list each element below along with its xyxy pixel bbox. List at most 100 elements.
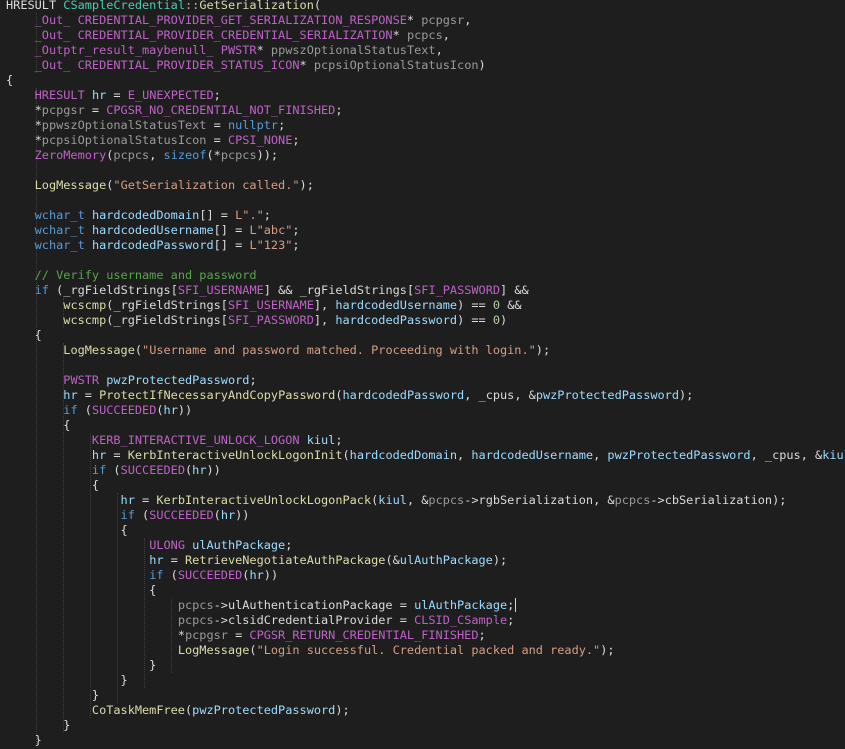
code-token: hr: [63, 388, 78, 402]
code-token: _rgFieldStrings: [113, 313, 221, 327]
code-line[interactable]: LogMessage("Login successful. Credential…: [6, 643, 615, 658]
code-line[interactable]: hr = KerbInteractiveUnlockLogonPack(kiul…: [6, 493, 787, 508]
code-line[interactable]: {: [6, 583, 156, 598]
code-token: ;: [292, 133, 300, 147]
code-line[interactable]: {: [6, 73, 13, 88]
code-token: SFI_PASSWORD: [414, 283, 501, 297]
code-line[interactable]: if (SUCCEEDED(hr)): [6, 568, 278, 583]
code-token: [: [220, 298, 228, 312]
code-line[interactable]: *pcpsiOptionalStatusIcon = CPSI_NONE;: [6, 133, 300, 148]
code-line[interactable]: {: [6, 523, 128, 538]
code-line[interactable]: LogMessage("GetSerialization called.");: [6, 178, 314, 193]
code-token: ;: [292, 238, 300, 252]
code-line[interactable]: hr = KerbInteractiveUnlockLogonInit(hard…: [6, 448, 845, 463]
code-line[interactable]: if (SUCCEEDED(hr)): [6, 508, 250, 523]
code-line[interactable]: wchar_t hardcodedDomain[] = L".";: [6, 208, 271, 223]
code-token: if: [149, 568, 164, 582]
code-line[interactable]: KERB_INTERACTIVE_UNLOCK_LOGON kiul;: [6, 433, 343, 448]
code-token: =: [392, 613, 415, 627]
code-token: if: [63, 403, 78, 417]
code-token: hardcodedPassword: [342, 388, 465, 402]
code-token: ): [500, 313, 508, 327]
code-line[interactable]: PWSTR pwzProtectedPassword;: [6, 373, 256, 388]
code-line[interactable]: wchar_t hardcodedPassword[] = L"123";: [6, 238, 300, 253]
code-token: (: [335, 388, 343, 402]
code-token: =: [227, 628, 250, 642]
code-line[interactable]: {: [6, 478, 99, 493]
code-token: (: [213, 508, 221, 522]
code-token: (: [156, 403, 164, 417]
code-line[interactable]: CoTaskMemFree(pwzProtectedPassword);: [6, 703, 350, 718]
code-line[interactable]: {: [6, 328, 42, 343]
code-line[interactable]: ULONG ulAuthPackage;: [6, 538, 292, 553]
code-line[interactable]: *pcpgsr = CPGSR_RETURN_CREDENTIAL_FINISH…: [6, 628, 486, 643]
code-line[interactable]: _Out_ CREDENTIAL_PROVIDER_GET_SERIALIZAT…: [6, 13, 472, 28]
code-token: ],: [313, 313, 336, 327]
code-token: "Login successful. Credential packed and…: [256, 643, 601, 657]
code-token: PWSTR: [220, 43, 257, 57]
code-token: );: [600, 643, 615, 657]
code-line[interactable]: }: [6, 673, 128, 688]
code-token: SUCCEEDED: [177, 568, 243, 582]
code-line[interactable]: HRESULT hr = E_UNEXPECTED;: [6, 88, 221, 103]
code-line[interactable]: *pcpgsr = CPGSR_NO_CREDENTIAL_NOT_FINISH…: [6, 103, 343, 118]
code-token: );: [772, 493, 787, 507]
code-line[interactable]: LogMessage("Username and password matche…: [6, 343, 550, 358]
code-line[interactable]: wcscmp(_rgFieldStrings[SFI_PASSWORD], ha…: [6, 313, 507, 328]
code-line[interactable]: }: [6, 733, 42, 748]
code-token: hardcodedDomain: [349, 448, 458, 462]
code-line[interactable]: *ppwszOptionalStatusText = nullptr;: [6, 118, 286, 133]
code-token: {: [6, 478, 100, 492]
code-line[interactable]: {: [6, 418, 70, 433]
code-token: ;: [507, 613, 515, 627]
code-line[interactable]: ZeroMemory(pcpcs, sizeof(*pcpcs));: [6, 148, 278, 163]
code-token: wchar_t: [34, 238, 85, 252]
code-token: hr: [220, 508, 236, 522]
code-line[interactable]: _Out_ CREDENTIAL_PROVIDER_STATUS_ICON* p…: [6, 58, 486, 73]
code-line[interactable]: // Verify username and password: [6, 268, 257, 283]
code-token: {: [6, 583, 157, 597]
code-line[interactable]: }: [6, 658, 156, 673]
code-token: (: [249, 643, 257, 657]
code-token: kiul: [822, 448, 845, 462]
code-token: 0: [492, 298, 501, 312]
code-line[interactable]: hr = RetrieveNegotiateAuthPackage(&ulAut…: [6, 553, 507, 568]
code-editor[interactable]: HRESULT CSampleCredential::GetSerializat…: [0, 0, 845, 749]
code-line[interactable]: }: [6, 688, 99, 703]
code-token: pwzProtectedPassword: [535, 388, 680, 402]
code-token: ] &&: [500, 283, 529, 297]
code-token: rgbSerialization: [478, 493, 594, 507]
code-token: E_UNEXPECTED: [127, 88, 214, 102]
code-line[interactable]: wcscmp(_rgFieldStrings[SFI_USERNAME], ha…: [6, 298, 521, 313]
code-line[interactable]: if (SUCCEEDED(hr)): [6, 463, 221, 478]
code-token: , &: [406, 493, 429, 507]
code-token: 0: [492, 313, 501, 327]
code-token: _Out_: [34, 58, 71, 72]
code-line[interactable]: }: [6, 718, 70, 733]
code-line[interactable]: pcpcs->clsidCredentialProvider = CLSID_C…: [6, 613, 515, 628]
code-token: {: [6, 328, 42, 342]
code-token: , &: [800, 448, 823, 462]
code-token: ->: [464, 493, 479, 507]
code-token: _Outptr_result_maybenull_: [34, 43, 214, 57]
code-line[interactable]: pcpcs->ulAuthenticationPackage = ulAuthP…: [6, 598, 517, 613]
code-token: ;: [213, 88, 221, 102]
code-line[interactable]: wchar_t hardcodedUsername[] = L"abc";: [6, 223, 300, 238]
code-line[interactable]: hr = ProtectIfNecessaryAndCopyPassword(h…: [6, 388, 693, 403]
code-line[interactable]: HRESULT CSampleCredential::GetSerializat…: [6, 0, 321, 13]
code-token: ->: [213, 598, 228, 612]
code-line[interactable]: _Outptr_result_maybenull_ PWSTR* ppwszOp…: [6, 43, 443, 58]
code-line[interactable]: if (_rgFieldStrings[SFI_USERNAME] && _rg…: [6, 283, 529, 298]
code-token: *: [406, 13, 422, 27]
code-line[interactable]: _Out_ CREDENTIAL_PROVIDER_CREDENTIAL_SER…: [6, 28, 450, 43]
code-token: ;: [278, 118, 286, 132]
code-line[interactable]: if (SUCCEEDED(hr)): [6, 403, 192, 418]
code-token: RetrieveNegotiateAuthPackage: [185, 553, 386, 567]
